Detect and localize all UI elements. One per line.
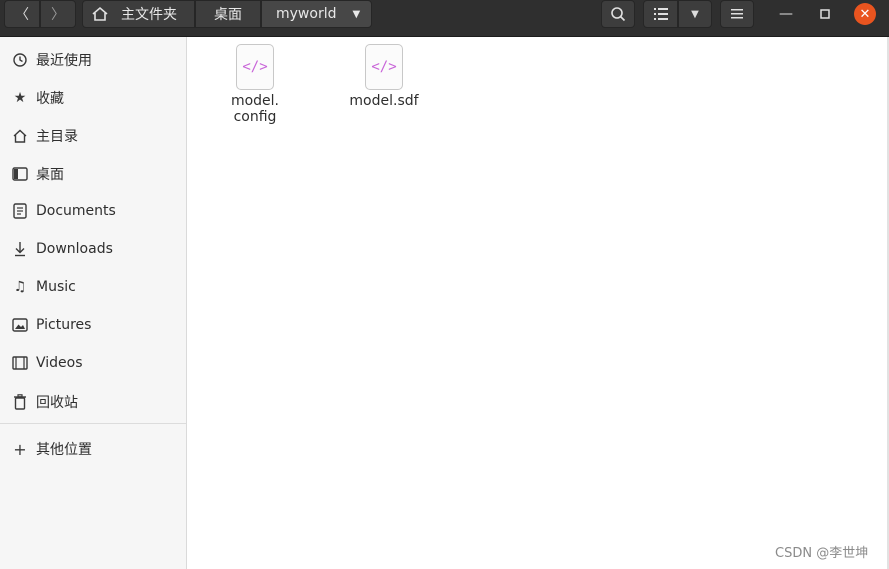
view-options-button[interactable]: ▼ bbox=[678, 0, 712, 28]
close-button[interactable]: ✕ bbox=[854, 3, 876, 25]
file-name: model. config bbox=[230, 93, 280, 125]
sidebar-item-label: Music bbox=[36, 279, 76, 295]
clock-icon bbox=[12, 52, 28, 68]
hamburger-menu-icon bbox=[731, 9, 743, 19]
code-file-icon: </> bbox=[236, 44, 274, 90]
sidebar-item-label: 最近使用 bbox=[36, 53, 92, 69]
maximize-button[interactable] bbox=[814, 3, 836, 25]
sidebar-item-documents[interactable]: Documents bbox=[0, 195, 186, 227]
chevron-right-icon: 〉 bbox=[51, 7, 65, 23]
sidebar-item-downloads[interactable]: Downloads bbox=[0, 233, 186, 265]
header-bar: 〈 〉 主文件夹 桌面 myworld ▼ ▼ — ✕ bbox=[0, 0, 889, 37]
file-view[interactable]: </> model. config </> model.sdf bbox=[188, 37, 889, 569]
sidebar-item-label: 回收站 bbox=[36, 395, 78, 411]
sidebar-item-label: Documents bbox=[36, 203, 116, 219]
sidebar-item-other-locations[interactable]: + 其他位置 bbox=[0, 433, 186, 465]
breadcrumb-home[interactable]: 主文件夹 bbox=[82, 0, 195, 28]
watermark: CSDN @李世坤 bbox=[775, 546, 869, 561]
chevron-down-icon: ▼ bbox=[691, 8, 699, 20]
minimize-button[interactable]: — bbox=[775, 3, 797, 25]
desktop-icon bbox=[12, 166, 28, 182]
star-icon: ★ bbox=[13, 90, 27, 106]
sidebar-item-label: 其他位置 bbox=[36, 442, 92, 458]
sidebar-item-videos[interactable]: Videos bbox=[0, 347, 186, 379]
breadcrumb-label: 桌面 bbox=[214, 7, 242, 23]
file-name: model.sdf bbox=[349, 93, 419, 109]
breadcrumb-label: myworld bbox=[276, 6, 337, 22]
breadcrumb-desktop[interactable]: 桌面 bbox=[195, 0, 261, 28]
sidebar-item-label: Downloads bbox=[36, 241, 113, 257]
sidebar-divider bbox=[0, 423, 186, 424]
sidebar-item-trash[interactable]: 回收站 bbox=[0, 386, 186, 418]
sidebar-item-starred[interactable]: ★ 收藏 bbox=[0, 82, 186, 114]
search-button[interactable] bbox=[601, 0, 635, 28]
sidebar-item-label: 桌面 bbox=[36, 167, 64, 183]
video-icon bbox=[12, 355, 28, 371]
file-item-model-config[interactable]: </> model. config bbox=[205, 44, 305, 125]
chevron-down-icon: ▼ bbox=[352, 8, 361, 20]
list-view-icon bbox=[653, 8, 668, 20]
sidebar-item-label: Videos bbox=[36, 355, 83, 371]
back-button[interactable]: 〈 bbox=[4, 0, 40, 28]
home-icon bbox=[91, 5, 109, 23]
forward-button[interactable]: 〉 bbox=[40, 0, 76, 28]
minimize-icon: — bbox=[779, 6, 793, 22]
sidebar-item-recent[interactable]: 最近使用 bbox=[0, 44, 186, 76]
sidebar-item-label: 收藏 bbox=[36, 91, 64, 107]
close-icon: ✕ bbox=[859, 6, 871, 22]
music-icon: ♫ bbox=[13, 279, 27, 295]
sidebar-item-home[interactable]: 主目录 bbox=[0, 120, 186, 152]
download-icon bbox=[12, 241, 28, 257]
document-icon bbox=[12, 203, 28, 219]
code-file-icon: </> bbox=[365, 44, 403, 90]
trash-icon bbox=[12, 394, 28, 410]
sidebar-item-label: 主目录 bbox=[36, 129, 78, 145]
search-icon bbox=[610, 6, 626, 22]
file-item-model-sdf[interactable]: </> model.sdf bbox=[334, 44, 434, 109]
view-mode-button[interactable] bbox=[643, 0, 678, 28]
sidebar-item-music[interactable]: ♫ Music bbox=[0, 271, 186, 303]
sidebar: 最近使用 ★ 收藏 主目录 桌面 Documents Downloads ♫ M… bbox=[0, 37, 187, 569]
maximize-icon bbox=[820, 9, 830, 19]
home-icon bbox=[12, 128, 28, 144]
sidebar-item-label: Pictures bbox=[36, 317, 92, 333]
sidebar-item-desktop[interactable]: 桌面 bbox=[0, 158, 186, 190]
chevron-left-icon: 〈 bbox=[15, 7, 29, 23]
breadcrumb-current[interactable]: myworld ▼ bbox=[261, 0, 372, 28]
sidebar-item-pictures[interactable]: Pictures bbox=[0, 309, 186, 341]
plus-icon: + bbox=[13, 439, 27, 459]
picture-icon bbox=[12, 317, 28, 333]
main-menu-button[interactable] bbox=[720, 0, 754, 28]
breadcrumb-label: 主文件夹 bbox=[121, 7, 177, 23]
